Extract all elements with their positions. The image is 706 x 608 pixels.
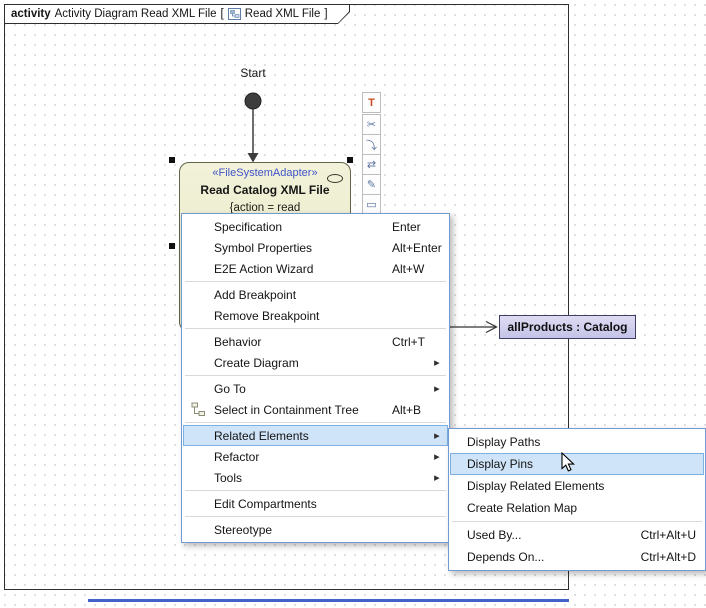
selection-handle-top-right[interactable] <box>347 157 353 163</box>
menu-item-edit-compartments[interactable]: Edit Compartments <box>183 493 448 514</box>
submenu-item-used-by[interactable]: Used By... Ctrl+Alt+U <box>450 524 704 546</box>
frame-keyword: activity <box>11 8 51 20</box>
flow-tool-icon[interactable]: ⤵ <box>362 134 381 155</box>
submenu-arrow-icon: ▶ <box>434 474 440 482</box>
diagram-canvas[interactable]: { "frame_heading": { "keyword": "activit… <box>0 0 706 608</box>
menu-item-create-diagram[interactable]: Create Diagram ▶ <box>183 352 448 373</box>
action-name: Read Catalog XML File <box>180 183 350 197</box>
submenu-arrow-icon: ▶ <box>434 453 440 461</box>
swap-tool-icon[interactable]: ⇄ <box>362 154 381 175</box>
horizontal-scrollbar-thumb[interactable] <box>88 599 569 602</box>
menu-item-label: Tools <box>214 471 242 485</box>
edit-tool-icon[interactable]: ✎ <box>362 174 381 195</box>
menu-item-shortcut: Enter <box>392 220 421 234</box>
shape-tool-icon[interactable]: ▭ <box>362 194 381 215</box>
context-menu: Specification Enter Symbol Properties Al… <box>181 213 450 543</box>
submenu-item-create-relation-map[interactable]: Create Relation Map <box>450 497 704 519</box>
menu-item-shortcut: Alt+W <box>392 262 424 276</box>
submenu-item-display-related-elements[interactable]: Display Related Elements <box>450 475 704 497</box>
frame-bracket-close: ] <box>324 8 327 20</box>
menu-item-add-breakpoint[interactable]: Add Breakpoint <box>183 284 448 305</box>
selection-handle-mid-left[interactable] <box>169 243 175 249</box>
menu-separator <box>185 281 446 282</box>
text-tool-icon[interactable]: T <box>362 92 381 113</box>
menu-item-label: Stereotype <box>214 523 272 537</box>
menu-separator <box>185 375 446 376</box>
menu-separator <box>185 490 446 491</box>
diagram-icon <box>228 8 241 20</box>
menu-separator <box>185 422 446 423</box>
submenu-item-depends-on[interactable]: Depends On... Ctrl+Alt+D <box>450 546 704 568</box>
menu-item-label: Go To <box>214 382 246 396</box>
menu-item-label: Symbol Properties <box>214 241 312 255</box>
menu-item-shortcut: Ctrl+Alt+D <box>641 550 696 564</box>
related-elements-submenu: Display Paths Display Pins Display Relat… <box>448 428 706 571</box>
submenu-arrow-icon: ▶ <box>434 385 440 393</box>
menu-item-symbol-properties[interactable]: Symbol Properties Alt+Enter <box>183 237 448 258</box>
menu-item-shortcut: Alt+Enter <box>392 241 442 255</box>
menu-item-select-in-containment-tree[interactable]: Select in Containment Tree Alt+B <box>183 399 448 420</box>
submenu-arrow-icon: ▶ <box>434 359 440 367</box>
submenu-item-display-pins[interactable]: Display Pins <box>450 453 704 475</box>
selection-handle-top-left[interactable] <box>169 157 175 163</box>
frame-diagram-name: Activity Diagram Read XML File <box>55 8 217 20</box>
menu-item-label: Display Related Elements <box>467 479 604 493</box>
menu-item-label: Edit Compartments <box>214 497 317 511</box>
menu-item-label: Depends On... <box>467 550 544 564</box>
menu-item-stereotype[interactable]: Stereotype <box>183 519 448 540</box>
menu-item-label: E2E Action Wizard <box>214 262 313 276</box>
menu-item-label: Display Paths <box>467 435 540 449</box>
menu-item-go-to[interactable]: Go To ▶ <box>183 378 448 399</box>
action-stereotype: «FileSystemAdapter» <box>180 167 350 179</box>
menu-item-label: Display Pins <box>467 457 533 471</box>
start-node-label: Start <box>233 66 273 80</box>
menu-item-label: Refactor <box>214 450 259 464</box>
smart-manipulator-toolbar: T ✂ ⤵ ⇄ ✎ ▭ <box>362 93 381 215</box>
menu-item-label: Specification <box>214 220 282 234</box>
containment-tree-icon <box>191 402 206 420</box>
menu-item-label: Behavior <box>214 335 261 349</box>
frame-bracket-open: [ <box>221 8 224 20</box>
submenu-item-display-paths[interactable]: Display Paths <box>450 431 704 453</box>
frame-context-name: Read XML File <box>245 8 321 20</box>
submenu-arrow-icon: ▶ <box>434 432 440 440</box>
menu-separator <box>185 516 446 517</box>
menu-item-behavior[interactable]: Behavior Ctrl+T <box>183 331 448 352</box>
menu-item-shortcut: Ctrl+T <box>392 335 425 349</box>
menu-item-refactor[interactable]: Refactor ▶ <box>183 446 448 467</box>
expand-oval-icon[interactable] <box>327 174 343 183</box>
object-node-label: allProducts : Catalog <box>507 320 627 334</box>
menu-item-label: Related Elements <box>214 429 309 443</box>
menu-item-label: Add Breakpoint <box>214 288 296 302</box>
menu-item-label: Remove Breakpoint <box>214 309 319 323</box>
menu-separator <box>185 328 446 329</box>
object-node-allproducts-catalog[interactable]: allProducts : Catalog <box>499 315 636 339</box>
menu-item-shortcut: Alt+B <box>392 403 421 417</box>
menu-item-related-elements[interactable]: Related Elements ▶ <box>183 425 448 446</box>
menu-item-e2e-action-wizard[interactable]: E2E Action Wizard Alt+W <box>183 258 448 279</box>
menu-item-label: Used By... <box>467 528 521 542</box>
menu-item-label: Create Diagram <box>214 356 299 370</box>
menu-item-label: Create Relation Map <box>467 501 577 515</box>
menu-item-remove-breakpoint[interactable]: Remove Breakpoint <box>183 305 448 326</box>
diagram-frame-heading[interactable]: activity Activity Diagram Read XML File … <box>4 4 350 24</box>
menu-item-specification[interactable]: Specification Enter <box>183 216 448 237</box>
menu-item-tools[interactable]: Tools ▶ <box>183 467 448 488</box>
menu-separator <box>452 521 702 522</box>
menu-item-shortcut: Ctrl+Alt+U <box>641 528 696 542</box>
cut-tool-icon[interactable]: ✂ <box>362 114 381 135</box>
menu-item-label: Select in Containment Tree <box>214 403 359 417</box>
